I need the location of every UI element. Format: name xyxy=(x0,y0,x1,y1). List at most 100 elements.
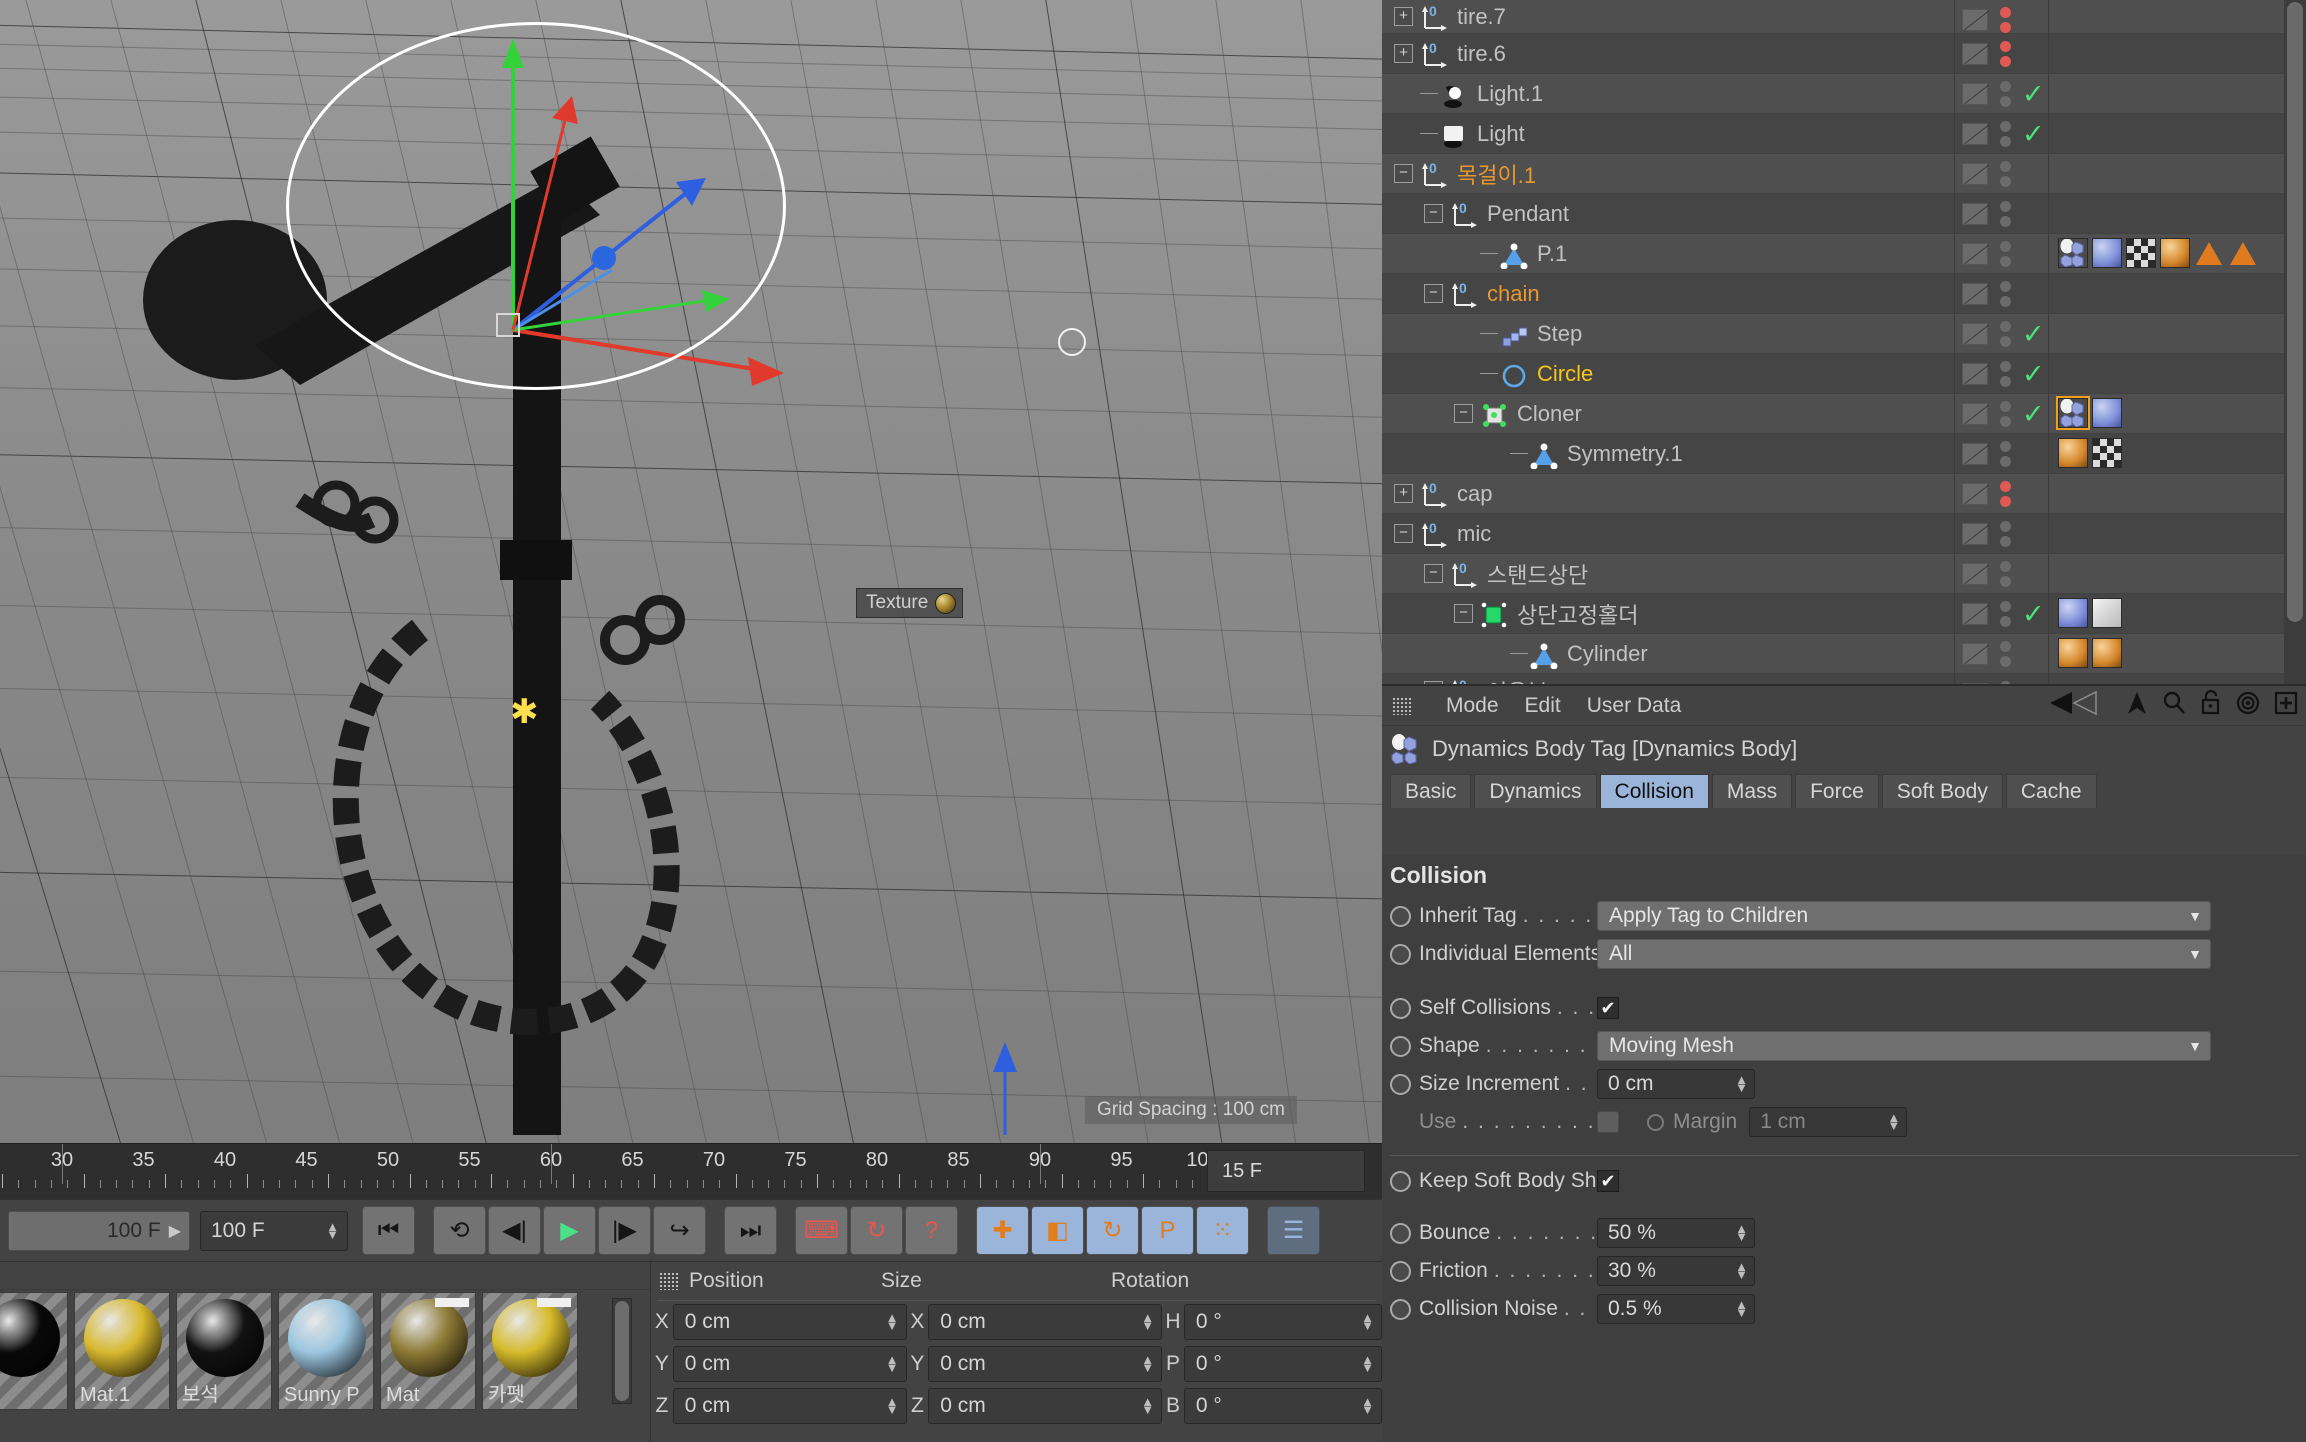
material-swatch[interactable] xyxy=(0,1292,68,1410)
go-to-end-button[interactable]: ⏭ xyxy=(724,1206,777,1255)
visibility-dot[interactable] xyxy=(2000,641,2011,652)
object-tree[interactable]: +0 tire.7 +0 tire.6 Light.1 ✓ Light ✓ −0 목걸이.1−0 P… xyxy=(1382,0,2306,684)
enabled-check-icon[interactable]: ✓ xyxy=(2022,119,2045,150)
parameter-animate-dot[interactable] xyxy=(1390,1260,1411,1282)
object-tag-white-cube[interactable] xyxy=(2092,598,2122,628)
add-icon[interactable] xyxy=(2274,690,2298,716)
object-tree-row[interactable]: Circle ✓ xyxy=(1382,354,2306,394)
free-rotate-handle[interactable] xyxy=(1058,328,1086,356)
object-name[interactable]: Light xyxy=(1477,121,1525,147)
object-name[interactable]: mic xyxy=(1457,521,1491,547)
margin-spinner-icon[interactable]: ▲ ▼ xyxy=(1887,1111,1900,1132)
film-strip-button[interactable]: ☰ xyxy=(1267,1206,1320,1255)
timeline-ruler[interactable]: 30 35 40 45 50 55 60 65 70 75 80 85 90 95 100 xyxy=(0,1144,1220,1200)
visibility-toggle[interactable] xyxy=(1962,243,1988,265)
object-tag-material-blue[interactable] xyxy=(2058,598,2088,628)
object-name[interactable]: Light.1 xyxy=(1477,81,1543,107)
tree-expander-minus-icon[interactable]: − xyxy=(1424,204,1443,223)
tree-expander-minus-icon[interactable]: − xyxy=(1394,524,1413,543)
attribute-manager[interactable]: Mode Edit User Data Dynamics Body Tag [D… xyxy=(1382,684,2306,1442)
property-checkbox[interactable]: ✔ xyxy=(1597,997,1619,1019)
tree-expander-minus-icon[interactable]: − xyxy=(1394,164,1413,183)
parameter-animate-dot[interactable] xyxy=(1390,1035,1411,1057)
menu-mode[interactable]: Mode xyxy=(1446,694,1499,718)
object-tree-row[interactable]: Step ✓ xyxy=(1382,314,2306,354)
object-name[interactable]: Symmetry.1 xyxy=(1567,441,1683,467)
chevron-down-icon[interactable]: ▼ xyxy=(2188,1038,2202,1054)
play-button[interactable]: ▶ xyxy=(543,1206,596,1255)
tree-expander-plus-icon[interactable]: + xyxy=(1394,44,1413,63)
parameter-animate-dot[interactable] xyxy=(1390,1298,1411,1320)
object-name[interactable]: 스탠드상단 xyxy=(1487,558,1588,590)
object-name[interactable]: Cylinder xyxy=(1567,641,1648,667)
lock-icon[interactable] xyxy=(2200,690,2222,716)
visibility-dot[interactable] xyxy=(2000,216,2011,227)
tab-force[interactable]: Force xyxy=(1795,774,1879,808)
visibility-dot[interactable] xyxy=(2000,456,2011,467)
property-number-input[interactable]: 50 % ▲ ▼ xyxy=(1597,1218,1755,1248)
coordinate-input[interactable]: 0 cm ▲ ▼ xyxy=(672,1388,907,1424)
number-spinner-icon[interactable]: ▲ ▼ xyxy=(1735,1222,1748,1243)
visibility-dot[interactable] xyxy=(2000,521,2011,532)
chevron-down-icon[interactable]: ▼ xyxy=(2188,908,2202,924)
number-spinner-icon[interactable]: ▲ ▼ xyxy=(1735,1298,1748,1319)
search-icon[interactable] xyxy=(2162,690,2186,716)
material-manager-menubar[interactable] xyxy=(0,1262,650,1290)
visibility-dot[interactable] xyxy=(2000,201,2011,212)
timeline-bar[interactable]: 30 35 40 45 50 55 60 65 70 75 80 85 90 95 100 15 F xyxy=(0,1143,1382,1199)
object-tree-row[interactable]: − 0 Pendant xyxy=(1382,194,2306,234)
material-swatch[interactable]: 카펫 xyxy=(482,1292,578,1410)
visibility-toggle[interactable] xyxy=(1962,83,1988,105)
coordinate-input[interactable]: 0 ° ▲ ▼ xyxy=(1183,1304,1382,1340)
object-tree-row[interactable]: P.1 xyxy=(1382,234,2306,274)
tab-mass[interactable]: Mass xyxy=(1711,774,1793,808)
parameter-animate-dot[interactable] xyxy=(1390,905,1411,927)
play-reverse-loop-button[interactable]: ⟲ xyxy=(433,1206,486,1255)
visibility-dot[interactable] xyxy=(2000,22,2011,33)
coordinate-input[interactable]: 0 ° ▲ ▼ xyxy=(1183,1346,1382,1382)
object-tree-row[interactable]: Light ✓ xyxy=(1382,114,2306,154)
object-tree-row[interactable]: − 0 chain xyxy=(1382,274,2306,314)
parameter-animate-dot[interactable] xyxy=(1390,1073,1411,1095)
material-swatch[interactable]: Mat.1 xyxy=(74,1292,170,1410)
visibility-toggle[interactable] xyxy=(1962,643,1988,665)
tab-dynamics[interactable]: Dynamics xyxy=(1474,774,1597,808)
tab-basic[interactable]: Basic xyxy=(1390,774,1472,808)
coordinate-spinner-icon[interactable]: ▲ ▼ xyxy=(1361,1311,1374,1332)
visibility-dot[interactable] xyxy=(2000,241,2011,252)
visibility-dot[interactable] xyxy=(2000,96,2011,107)
coordinate-spinner-icon[interactable]: ▲ ▼ xyxy=(1141,1395,1154,1416)
property-number-input[interactable]: 0.5 % ▲ ▼ xyxy=(1597,1294,1755,1324)
visibility-toggle[interactable] xyxy=(1962,403,1988,425)
visibility-dot[interactable] xyxy=(2000,321,2011,332)
enabled-check-icon[interactable]: ✓ xyxy=(2022,599,2045,630)
object-name[interactable]: cap xyxy=(1457,481,1492,507)
coordinate-spinner-icon[interactable]: ▲ ▼ xyxy=(886,1311,899,1332)
chevron-down-icon[interactable]: ▼ xyxy=(2188,946,2202,962)
visibility-dot[interactable] xyxy=(2000,536,2011,547)
coordinate-input[interactable]: 0 cm ▲ ▼ xyxy=(928,1304,1163,1340)
object-tree-row[interactable]: − Cloner ✓ xyxy=(1382,394,2306,434)
property-dropdown[interactable]: All ▼ xyxy=(1597,939,2211,969)
visibility-toggle[interactable] xyxy=(1962,443,1988,465)
visibility-dot[interactable] xyxy=(2000,81,2011,92)
number-spinner-icon[interactable]: ▲ ▼ xyxy=(1735,1260,1748,1281)
property-checkbox[interactable]: ✔ xyxy=(1597,1170,1619,1192)
object-name[interactable]: tire.7 xyxy=(1457,4,1506,30)
menu-user-data[interactable]: User Data xyxy=(1587,694,1682,718)
object-tag-material-orange2[interactable] xyxy=(2092,638,2122,668)
pointer-icon[interactable] xyxy=(2126,690,2148,716)
object-tag-dynamics-selected[interactable] xyxy=(2056,396,2090,430)
object-tag-material-orange[interactable] xyxy=(2058,638,2088,668)
visibility-toggle[interactable] xyxy=(1962,163,1988,185)
object-tag-material-orange[interactable] xyxy=(2058,438,2088,468)
visibility-dot[interactable] xyxy=(2000,296,2011,307)
length-spinner-icon[interactable]: ▲ ▼ xyxy=(326,1220,339,1241)
parameter-key-button[interactable]: P xyxy=(1141,1206,1194,1255)
tab-cache[interactable]: Cache xyxy=(2005,774,2097,808)
texture-badge[interactable]: Texture xyxy=(856,588,964,618)
visibility-dot[interactable] xyxy=(2000,361,2011,372)
object-tag-triangle[interactable] xyxy=(2228,238,2258,268)
visibility-toggle[interactable] xyxy=(1962,283,1988,305)
object-tag-dynamics[interactable] xyxy=(2058,238,2088,268)
